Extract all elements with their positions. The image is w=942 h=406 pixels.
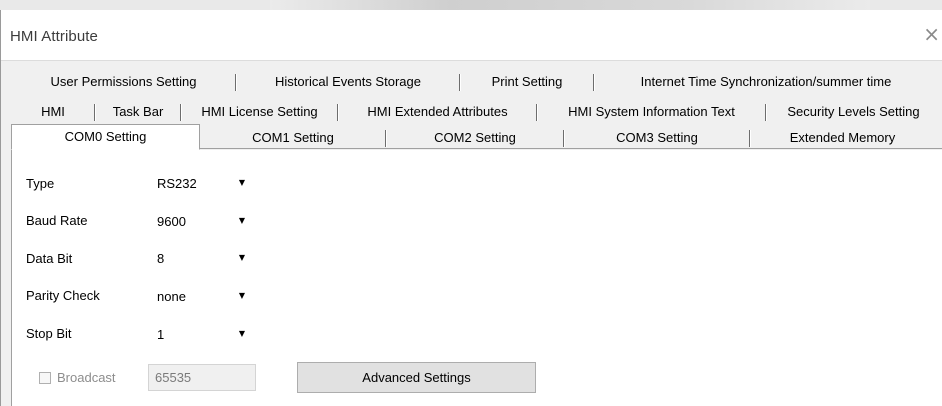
tab-task-bar[interactable]: Task Bar xyxy=(95,101,181,123)
chevron-down-icon[interactable]: ▼ xyxy=(239,178,245,187)
title-bar: HMI Attribute × xyxy=(1,10,942,60)
dialog-client-area: User Permissions Setting Historical Even… xyxy=(1,60,942,406)
background-strip xyxy=(0,0,942,10)
broadcast-address-value: 65535 xyxy=(155,370,192,385)
tab-row-3: COM0 Setting COM1 Setting COM2 Setting C… xyxy=(11,124,942,150)
baud-rate-value: 9600 xyxy=(157,214,186,229)
broadcast-label: Broadcast xyxy=(57,370,116,385)
tab-com1-setting[interactable]: COM1 Setting xyxy=(200,127,386,149)
dialog-title: HMI Attribute xyxy=(10,28,98,45)
chevron-down-icon[interactable]: ▼ xyxy=(239,216,245,225)
parity-check-label: Parity Check xyxy=(26,288,100,303)
type-label: Type xyxy=(26,176,55,191)
broadcast-checkbox[interactable] xyxy=(39,372,51,384)
type-select[interactable]: RS232 ▼ xyxy=(148,172,256,196)
type-value: RS232 xyxy=(157,176,197,191)
tab-com2-setting[interactable]: COM2 Setting xyxy=(386,127,564,149)
tab-hmi-license-setting[interactable]: HMI License Setting xyxy=(181,101,338,123)
data-bit-select[interactable]: 8 ▼ xyxy=(148,247,256,271)
data-bit-label: Data Bit xyxy=(26,251,73,266)
stop-bit-select[interactable]: 1 ▼ xyxy=(148,323,256,347)
stop-bit-label: Stop Bit xyxy=(26,326,72,341)
chevron-down-icon[interactable]: ▼ xyxy=(239,291,245,300)
baud-rate-select[interactable]: 9600 ▼ xyxy=(148,210,256,234)
tab-hmi-system-information-text[interactable]: HMI System Information Text xyxy=(537,101,766,123)
parity-check-select[interactable]: none ▼ xyxy=(148,285,256,309)
background-shadow xyxy=(270,0,870,10)
baud-rate-label: Baud Rate xyxy=(26,213,88,228)
tab-extended-memory[interactable]: Extended Memory xyxy=(750,127,935,149)
close-icon[interactable]: × xyxy=(923,24,940,44)
advanced-settings-button[interactable]: Advanced Settings xyxy=(297,362,536,393)
stop-bit-value: 1 xyxy=(157,327,165,342)
hmi-attribute-dialog: HMI Attribute × User Permissions Setting… xyxy=(0,10,942,406)
broadcast-address-input[interactable]: 65535 xyxy=(148,364,256,391)
tab-security-levels-setting[interactable]: Security Levels Setting xyxy=(766,101,941,123)
tab-com3-setting[interactable]: COM3 Setting xyxy=(564,127,750,149)
tab-historical-events-storage[interactable]: Historical Events Storage xyxy=(236,71,460,93)
chevron-down-icon[interactable]: ▼ xyxy=(239,253,245,262)
tab-row-2: HMI Task Bar HMI License Setting HMI Ext… xyxy=(11,101,941,123)
tab-hmi-extended-attributes[interactable]: HMI Extended Attributes xyxy=(338,101,537,123)
parity-check-value: none xyxy=(157,289,186,304)
tab-com0-setting[interactable]: COM0 Setting xyxy=(11,124,200,150)
tab-print-setting[interactable]: Print Setting xyxy=(460,71,594,93)
tab-user-permissions-setting[interactable]: User Permissions Setting xyxy=(11,71,236,93)
tab-row-1: User Permissions Setting Historical Even… xyxy=(11,71,938,93)
tab-internet-time-synchronization[interactable]: Internet Time Synchronization/summer tim… xyxy=(594,71,938,93)
tab-hmi[interactable]: HMI xyxy=(11,101,95,123)
data-bit-value: 8 xyxy=(157,251,165,266)
chevron-down-icon[interactable]: ▼ xyxy=(239,329,245,338)
